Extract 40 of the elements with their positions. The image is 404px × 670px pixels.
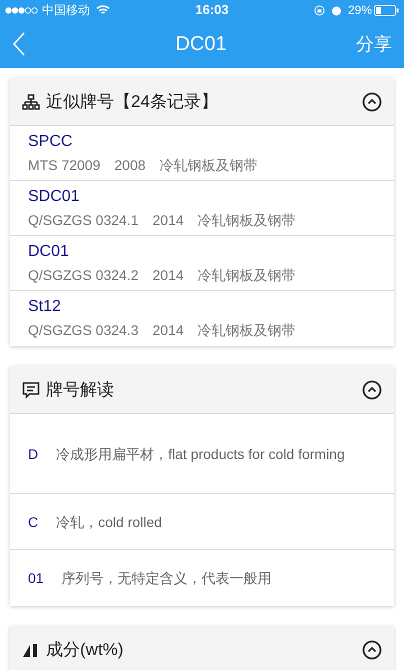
carrier-name: 中国移动 bbox=[42, 2, 90, 19]
section-header[interactable]: 牌号解读 bbox=[10, 366, 394, 414]
record-row[interactable]: SPCC MTS 72009 2008 冷轧钢板及钢带 bbox=[10, 126, 394, 181]
wifi-icon bbox=[96, 5, 110, 15]
standard-detail: Q/SGZGS 0324.1 2014 冷轧钢板及钢带 bbox=[28, 211, 297, 230]
rotation-lock-icon bbox=[314, 4, 325, 16]
battery-icon bbox=[374, 4, 399, 16]
code-meaning: 序列号，无特定含义，代表一般用 bbox=[62, 570, 272, 586]
code-letter: C bbox=[28, 514, 38, 530]
section-title: 成分(wt%) bbox=[46, 638, 124, 661]
battery-percent: 29% bbox=[348, 2, 372, 19]
collapse-icon[interactable] bbox=[362, 92, 382, 112]
grade-name: St12 bbox=[28, 297, 62, 317]
standard-detail: MTS 72009 2008 冷轧钢板及钢带 bbox=[28, 156, 259, 175]
grade-name: DC01 bbox=[28, 242, 70, 262]
back-icon[interactable] bbox=[12, 32, 26, 56]
code-meaning: 冷成形用扁平材，flat products for cold forming bbox=[56, 446, 345, 462]
message-icon bbox=[22, 380, 40, 398]
code-meaning: 冷轧，cold rolled bbox=[56, 514, 162, 530]
standard-detail: Q/SGZGS 0324.3 2014 冷轧钢板及钢带 bbox=[28, 321, 297, 340]
hierarchy-icon bbox=[22, 94, 40, 110]
grade-name: SPCC bbox=[28, 132, 74, 152]
standard-detail: Q/SGZGS 0324.2 2014 冷轧钢板及钢带 bbox=[28, 266, 297, 285]
section-header[interactable]: 成分(wt%) bbox=[10, 626, 394, 670]
alarm-icon bbox=[330, 4, 342, 16]
clock-time: 16:03 bbox=[195, 1, 229, 20]
code-letter: 01 bbox=[28, 570, 44, 586]
grade-name: SDC01 bbox=[28, 187, 81, 207]
record-row[interactable]: SDC01 Q/SGZGS 0324.1 2014 冷轧钢板及钢带 bbox=[10, 181, 394, 236]
section-title: 牌号解读 bbox=[46, 378, 114, 401]
section-title: 近似牌号【24条记录】 bbox=[46, 90, 218, 113]
record-row[interactable]: DC01 Q/SGZGS 0324.2 2014 冷轧钢板及钢带 bbox=[10, 236, 394, 291]
record-row[interactable]: St12 Q/SGZGS 0324.3 2014 冷轧钢板及钢带 bbox=[10, 291, 394, 346]
bar-chart-icon bbox=[22, 642, 40, 658]
section-header[interactable]: 近似牌号【24条记录】 bbox=[10, 78, 394, 126]
page-title: DC01 bbox=[174, 32, 227, 57]
code-letter: D bbox=[28, 446, 38, 462]
collapse-icon[interactable] bbox=[362, 380, 382, 400]
signal-icon bbox=[5, 6, 39, 14]
collapse-icon[interactable] bbox=[362, 640, 382, 660]
